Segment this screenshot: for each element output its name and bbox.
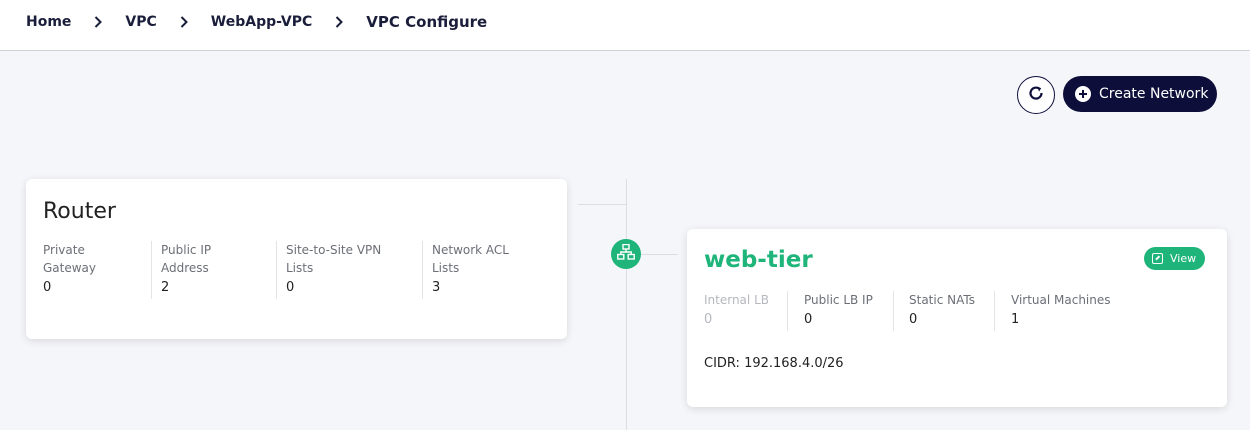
stat-label: Static NATs bbox=[909, 293, 975, 307]
connector-line bbox=[578, 204, 626, 205]
stat-label: Internal LB bbox=[704, 293, 769, 307]
chevron-right-icon bbox=[312, 16, 366, 28]
stat-label: Network ACL Lists bbox=[432, 243, 509, 275]
stat-value: 1 bbox=[1011, 312, 1020, 327]
refresh-button[interactable] bbox=[1017, 76, 1055, 114]
create-network-button[interactable]: Create Network bbox=[1063, 76, 1217, 112]
network-tier-card: web-tier View Internal LB 0 Public LB IP… bbox=[687, 229, 1227, 407]
divider bbox=[893, 291, 894, 331]
divider bbox=[276, 241, 277, 299]
stat-value: 0 bbox=[43, 280, 52, 295]
stat-label: Public IP Address bbox=[161, 243, 212, 275]
stat-public-lb-ip: Public LB IP 0 bbox=[804, 291, 889, 329]
stat-virtual-machines: Virtual Machines 1 bbox=[1011, 291, 1131, 329]
stat-value: 0 bbox=[286, 280, 295, 295]
connector-line bbox=[640, 254, 678, 255]
stat-value: 3 bbox=[432, 280, 441, 295]
stat-label: Public LB IP bbox=[804, 293, 873, 307]
view-button[interactable]: View bbox=[1144, 247, 1205, 270]
divider bbox=[422, 241, 423, 299]
divider bbox=[994, 291, 995, 331]
stat-site-to-site-vpn: Site-to-Site VPN Lists 0 bbox=[286, 241, 396, 297]
create-network-label: Create Network bbox=[1099, 86, 1209, 102]
breadcrumb-home[interactable]: Home bbox=[26, 14, 71, 30]
stat-label: Site-to-Site VPN Lists bbox=[286, 243, 382, 275]
refresh-icon bbox=[1027, 84, 1045, 106]
router-title: Router bbox=[43, 199, 116, 224]
network-node bbox=[611, 239, 641, 269]
stat-value: 0 bbox=[909, 312, 918, 327]
divider bbox=[151, 241, 152, 299]
plus-circle-icon bbox=[1075, 86, 1091, 102]
stat-static-nats: Static NATs 0 bbox=[909, 291, 989, 329]
chevron-right-icon bbox=[157, 16, 211, 28]
stat-internal-lb: Internal LB 0 bbox=[704, 291, 784, 329]
stat-value: 0 bbox=[704, 312, 713, 327]
chevron-right-icon bbox=[71, 16, 125, 28]
stat-private-gateway: Private Gateway 0 bbox=[43, 241, 123, 297]
connector-line bbox=[626, 179, 627, 430]
stat-value: 0 bbox=[804, 312, 813, 327]
breadcrumb-webapp-vpc[interactable]: WebApp-VPC bbox=[211, 14, 313, 30]
stat-value: 2 bbox=[161, 280, 170, 295]
network-icon bbox=[617, 243, 635, 264]
breadcrumb: Home VPC WebApp-VPC VPC Configure bbox=[26, 13, 487, 31]
breadcrumb-vpc[interactable]: VPC bbox=[125, 14, 156, 30]
external-link-icon bbox=[1152, 253, 1163, 264]
cidr-text: CIDR: 192.168.4.0/26 bbox=[704, 356, 844, 371]
divider bbox=[787, 291, 788, 331]
breadcrumb-current: VPC Configure bbox=[366, 13, 488, 31]
stat-label: Virtual Machines bbox=[1011, 293, 1111, 307]
tier-title[interactable]: web-tier bbox=[704, 247, 813, 273]
top-bar: Home VPC WebApp-VPC VPC Configure bbox=[0, 0, 1250, 51]
router-card: Router Private Gateway 0 Public IP Addre… bbox=[26, 179, 567, 339]
view-label: View bbox=[1170, 252, 1197, 265]
stat-public-ip: Public IP Address 2 bbox=[161, 241, 241, 297]
stat-network-acl: Network ACL Lists 3 bbox=[432, 241, 532, 297]
stat-label: Private Gateway bbox=[43, 243, 97, 275]
